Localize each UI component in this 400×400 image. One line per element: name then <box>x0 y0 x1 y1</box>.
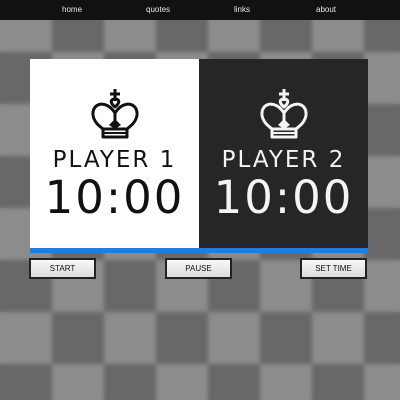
clock-accent-bar <box>30 248 368 253</box>
player-1-label: PLAYER 1 <box>52 147 177 173</box>
top-navigation: home quotes links about <box>0 0 400 20</box>
player-1-timer: 10:00 <box>44 171 185 224</box>
chess-king-icon <box>260 89 307 139</box>
chess-clock: PLAYER 1 10:00 PLAYER 2 10:00 <box>30 59 368 254</box>
pause-button[interactable]: PAUSE <box>165 258 232 279</box>
start-button[interactable]: START <box>29 258 96 279</box>
player-2-timer: 10:00 <box>213 171 354 224</box>
set-time-button[interactable]: SET TIME <box>300 258 367 279</box>
player-2-label: PLAYER 2 <box>221 147 346 173</box>
nav-link-about[interactable]: about <box>316 0 336 20</box>
nav-link-home[interactable]: home <box>62 0 82 20</box>
chess-king-icon <box>91 89 138 139</box>
nav-link-quotes[interactable]: quotes <box>146 0 170 20</box>
nav-link-links[interactable]: links <box>234 0 250 20</box>
player-2-panel[interactable]: PLAYER 2 10:00 <box>199 59 368 248</box>
player-1-panel[interactable]: PLAYER 1 10:00 <box>30 59 199 248</box>
